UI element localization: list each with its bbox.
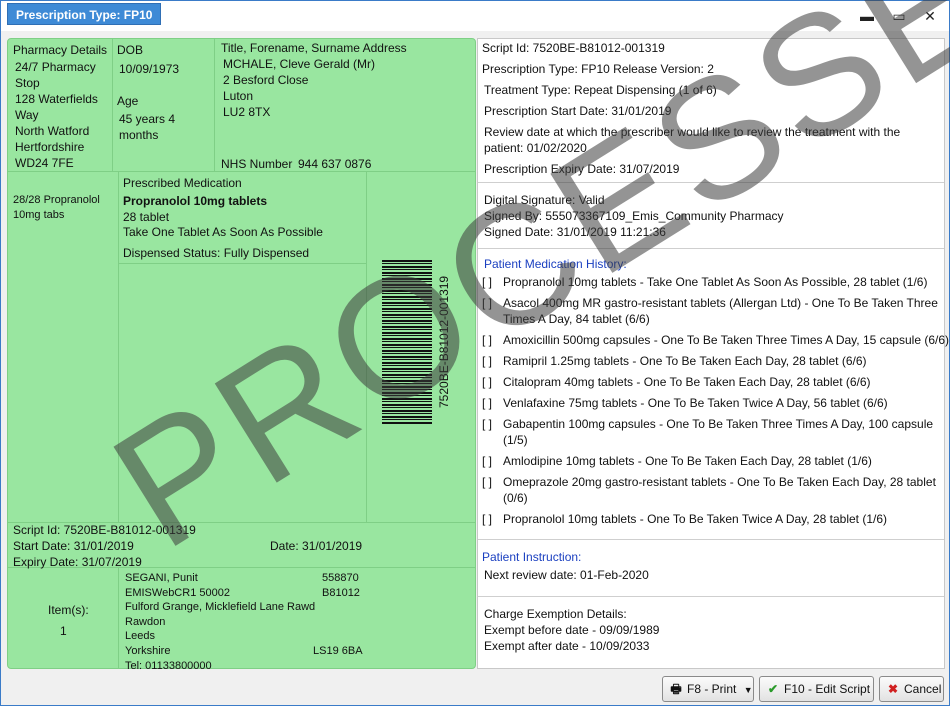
- prescriber-address: Leeds: [125, 630, 155, 642]
- patient-address: LU2 8TX: [223, 105, 271, 119]
- history-item: Citalopram 40mg tablets - One To Be Take…: [503, 375, 871, 389]
- title-bar: Prescription Type: FP10 ▬ ▭ ✕: [1, 1, 949, 31]
- patient-address: Luton: [223, 89, 254, 103]
- medication-quantity: 28 tablet: [123, 210, 170, 224]
- pharmacy-line: 128 Waterfields: [15, 92, 98, 106]
- maximize-icon[interactable]: ▭: [888, 7, 910, 25]
- exempt-after: Exempt after date - 10/09/2033: [484, 639, 650, 653]
- review-date: Review date at which the prescriber woul…: [484, 125, 901, 139]
- history-checkbox[interactable]: [ ]: [482, 374, 492, 390]
- signature-valid: Digital Signature: Valid: [484, 193, 605, 207]
- checkmark-icon: ✔: [767, 682, 779, 696]
- history-item-cont: (1/5): [503, 433, 528, 447]
- patient-name: MCHALE, Cleve Gerald (Mr): [223, 57, 376, 71]
- history-item: Amlodipine 10mg tablets - One To Be Take…: [503, 454, 872, 468]
- cancel-button[interactable]: ✖ Cancel: [879, 676, 944, 702]
- footer-expiry-date: Expiry Date: 31/07/2019: [13, 555, 142, 569]
- history-item: Propranolol 10mg tablets - One To Be Tak…: [503, 512, 887, 526]
- minimize-icon[interactable]: ▬: [856, 7, 878, 25]
- expiry-date: Prescription Expiry Date: 31/07/2019: [484, 162, 680, 176]
- prescriber-org-code: B81012: [322, 587, 360, 599]
- close-icon[interactable]: ✕: [919, 7, 941, 25]
- prescriber-postcode: LS19 6BA: [313, 645, 363, 657]
- history-checkbox[interactable]: [ ]: [482, 416, 492, 432]
- print-button[interactable]: 🖶 F8 - Print ▼: [662, 676, 754, 702]
- history-checkbox[interactable]: [ ]: [482, 395, 492, 411]
- history-item: Ramipril 1.25mg tablets - One To Be Take…: [503, 354, 867, 368]
- age-label: Age: [117, 94, 139, 108]
- dispensed-quantity: 10mg tabs: [13, 209, 65, 221]
- edit-script-label: F10 - Edit Script: [784, 682, 871, 696]
- medication-name: Propranolol 10mg tablets: [123, 194, 268, 208]
- history-item: Omeprazole 20mg gastro-resistant tablets…: [503, 475, 936, 489]
- history-item: Asacol 400mg MR gastro-resistant tablets…: [503, 296, 938, 310]
- pharmacy-line: Stop: [15, 76, 40, 90]
- footer-date: Date: 31/01/2019: [270, 539, 363, 553]
- history-header: Patient Medication History:: [484, 257, 627, 271]
- prescriber-address: Yorkshire: [125, 645, 171, 657]
- dob-value: 10/09/1973: [119, 62, 180, 76]
- signed-by: Signed By: 555073367109_Emis_Community P…: [484, 209, 784, 223]
- prescription-type: Prescription Type: FP10 Release Version:…: [482, 62, 714, 76]
- history-checkbox[interactable]: [ ]: [482, 453, 492, 469]
- history-checkbox[interactable]: [ ]: [482, 511, 492, 527]
- prescriber-name: SEGANI, Punit: [125, 572, 198, 584]
- script-id: Script Id: 7520BE-B81012-001319: [482, 41, 665, 55]
- pharmacy-line: WD24 7FE: [15, 156, 74, 170]
- print-label: F8 - Print: [687, 682, 737, 696]
- review-date: patient: 01/02/2020: [484, 141, 587, 155]
- instruction-header: Patient Instruction:: [482, 550, 582, 564]
- pharmacy-header: Pharmacy Details: [13, 43, 108, 57]
- medication-dosage: Take One Tablet As Soon As Possible: [123, 225, 323, 239]
- patient-address: 2 Besford Close: [223, 73, 309, 87]
- edit-script-button[interactable]: ✔ F10 - Edit Script: [759, 676, 874, 702]
- history-item-cont: (0/6): [503, 491, 528, 505]
- history-checkbox[interactable]: [ ]: [482, 295, 492, 311]
- nhs-number: 944 637 0876: [298, 157, 372, 171]
- history-checkbox[interactable]: [ ]: [482, 474, 492, 490]
- history-checkbox[interactable]: [ ]: [482, 353, 492, 369]
- history-item: Venlafaxine 75mg tablets - One To Be Tak…: [503, 396, 888, 410]
- window-title: Prescription Type: FP10: [7, 3, 162, 25]
- pharmacy-line: North Watford: [15, 124, 90, 138]
- dispensed-status: Dispensed Status: Fully Dispensed: [123, 246, 310, 260]
- signed-date: Signed Date: 31/01/2019 11:21:36: [484, 225, 666, 239]
- dob-label: DOB: [117, 43, 144, 57]
- cancel-label: Cancel: [904, 682, 942, 696]
- items-label: Item(s):: [48, 603, 89, 617]
- details-panel: Script Id: 7520BE-B81012-001319 Prescrip…: [477, 38, 949, 669]
- chevron-down-icon[interactable]: ▼: [744, 685, 753, 695]
- printer-icon: 🖶: [670, 682, 682, 696]
- nhs-label: NHS Number: [221, 157, 293, 171]
- pharmacy-line: 24/7 Pharmacy: [15, 60, 96, 74]
- age-value: 45 years 4: [119, 112, 176, 126]
- prescriber-tel: Tel: 01133800000: [125, 660, 212, 672]
- treatment-type: Treatment Type: Repeat Dispensing (1 of …: [484, 83, 717, 97]
- prescriber-address: Fulford Grange, Micklefield Lane Rawd: [125, 601, 316, 613]
- history-item: Amoxicillin 500mg capsules - One To Be T…: [503, 333, 950, 347]
- history-checkbox[interactable]: [ ]: [482, 332, 492, 348]
- items-count: 1: [60, 624, 67, 638]
- dispensed-quantity: 28/28 Propranolol: [13, 194, 100, 206]
- prescriber-code: 558870: [322, 572, 359, 584]
- cancel-icon: ✖: [887, 682, 899, 696]
- start-date: Prescription Start Date: 31/01/2019: [484, 104, 672, 118]
- medication-header: Prescribed Medication: [123, 176, 242, 190]
- history-item: Propranolol 10mg tablets - Take One Tabl…: [503, 275, 928, 289]
- charge-header: Charge Exemption Details:: [484, 607, 627, 621]
- history-item: Gabapentin 100mg capsules - One To Be Ta…: [503, 417, 934, 431]
- age-value: months: [119, 128, 159, 142]
- barcode-image: [382, 260, 432, 425]
- pharmacy-line: Hertfordshire: [15, 140, 85, 154]
- history-item-cont: Times A Day, 84 tablet (6/6): [503, 312, 650, 326]
- patient-name-header: Title, Forename, Surname Address: [221, 41, 407, 55]
- instruction-text: Next review date: 01-Feb-2020: [484, 568, 649, 582]
- prescription-window: Prescription Type: FP10 ▬ ▭ ✕ Pharmacy D…: [0, 0, 950, 706]
- footer-script-id: Script Id: 7520BE-B81012-001319: [13, 523, 196, 537]
- barcode-text: 7520BE-B81012-001319: [437, 275, 451, 408]
- history-checkbox[interactable]: [ ]: [482, 274, 492, 290]
- footer-start-date: Start Date: 31/01/2019: [13, 539, 134, 553]
- pharmacy-line: Way: [15, 108, 39, 122]
- exempt-before: Exempt before date - 09/09/1989: [484, 623, 660, 637]
